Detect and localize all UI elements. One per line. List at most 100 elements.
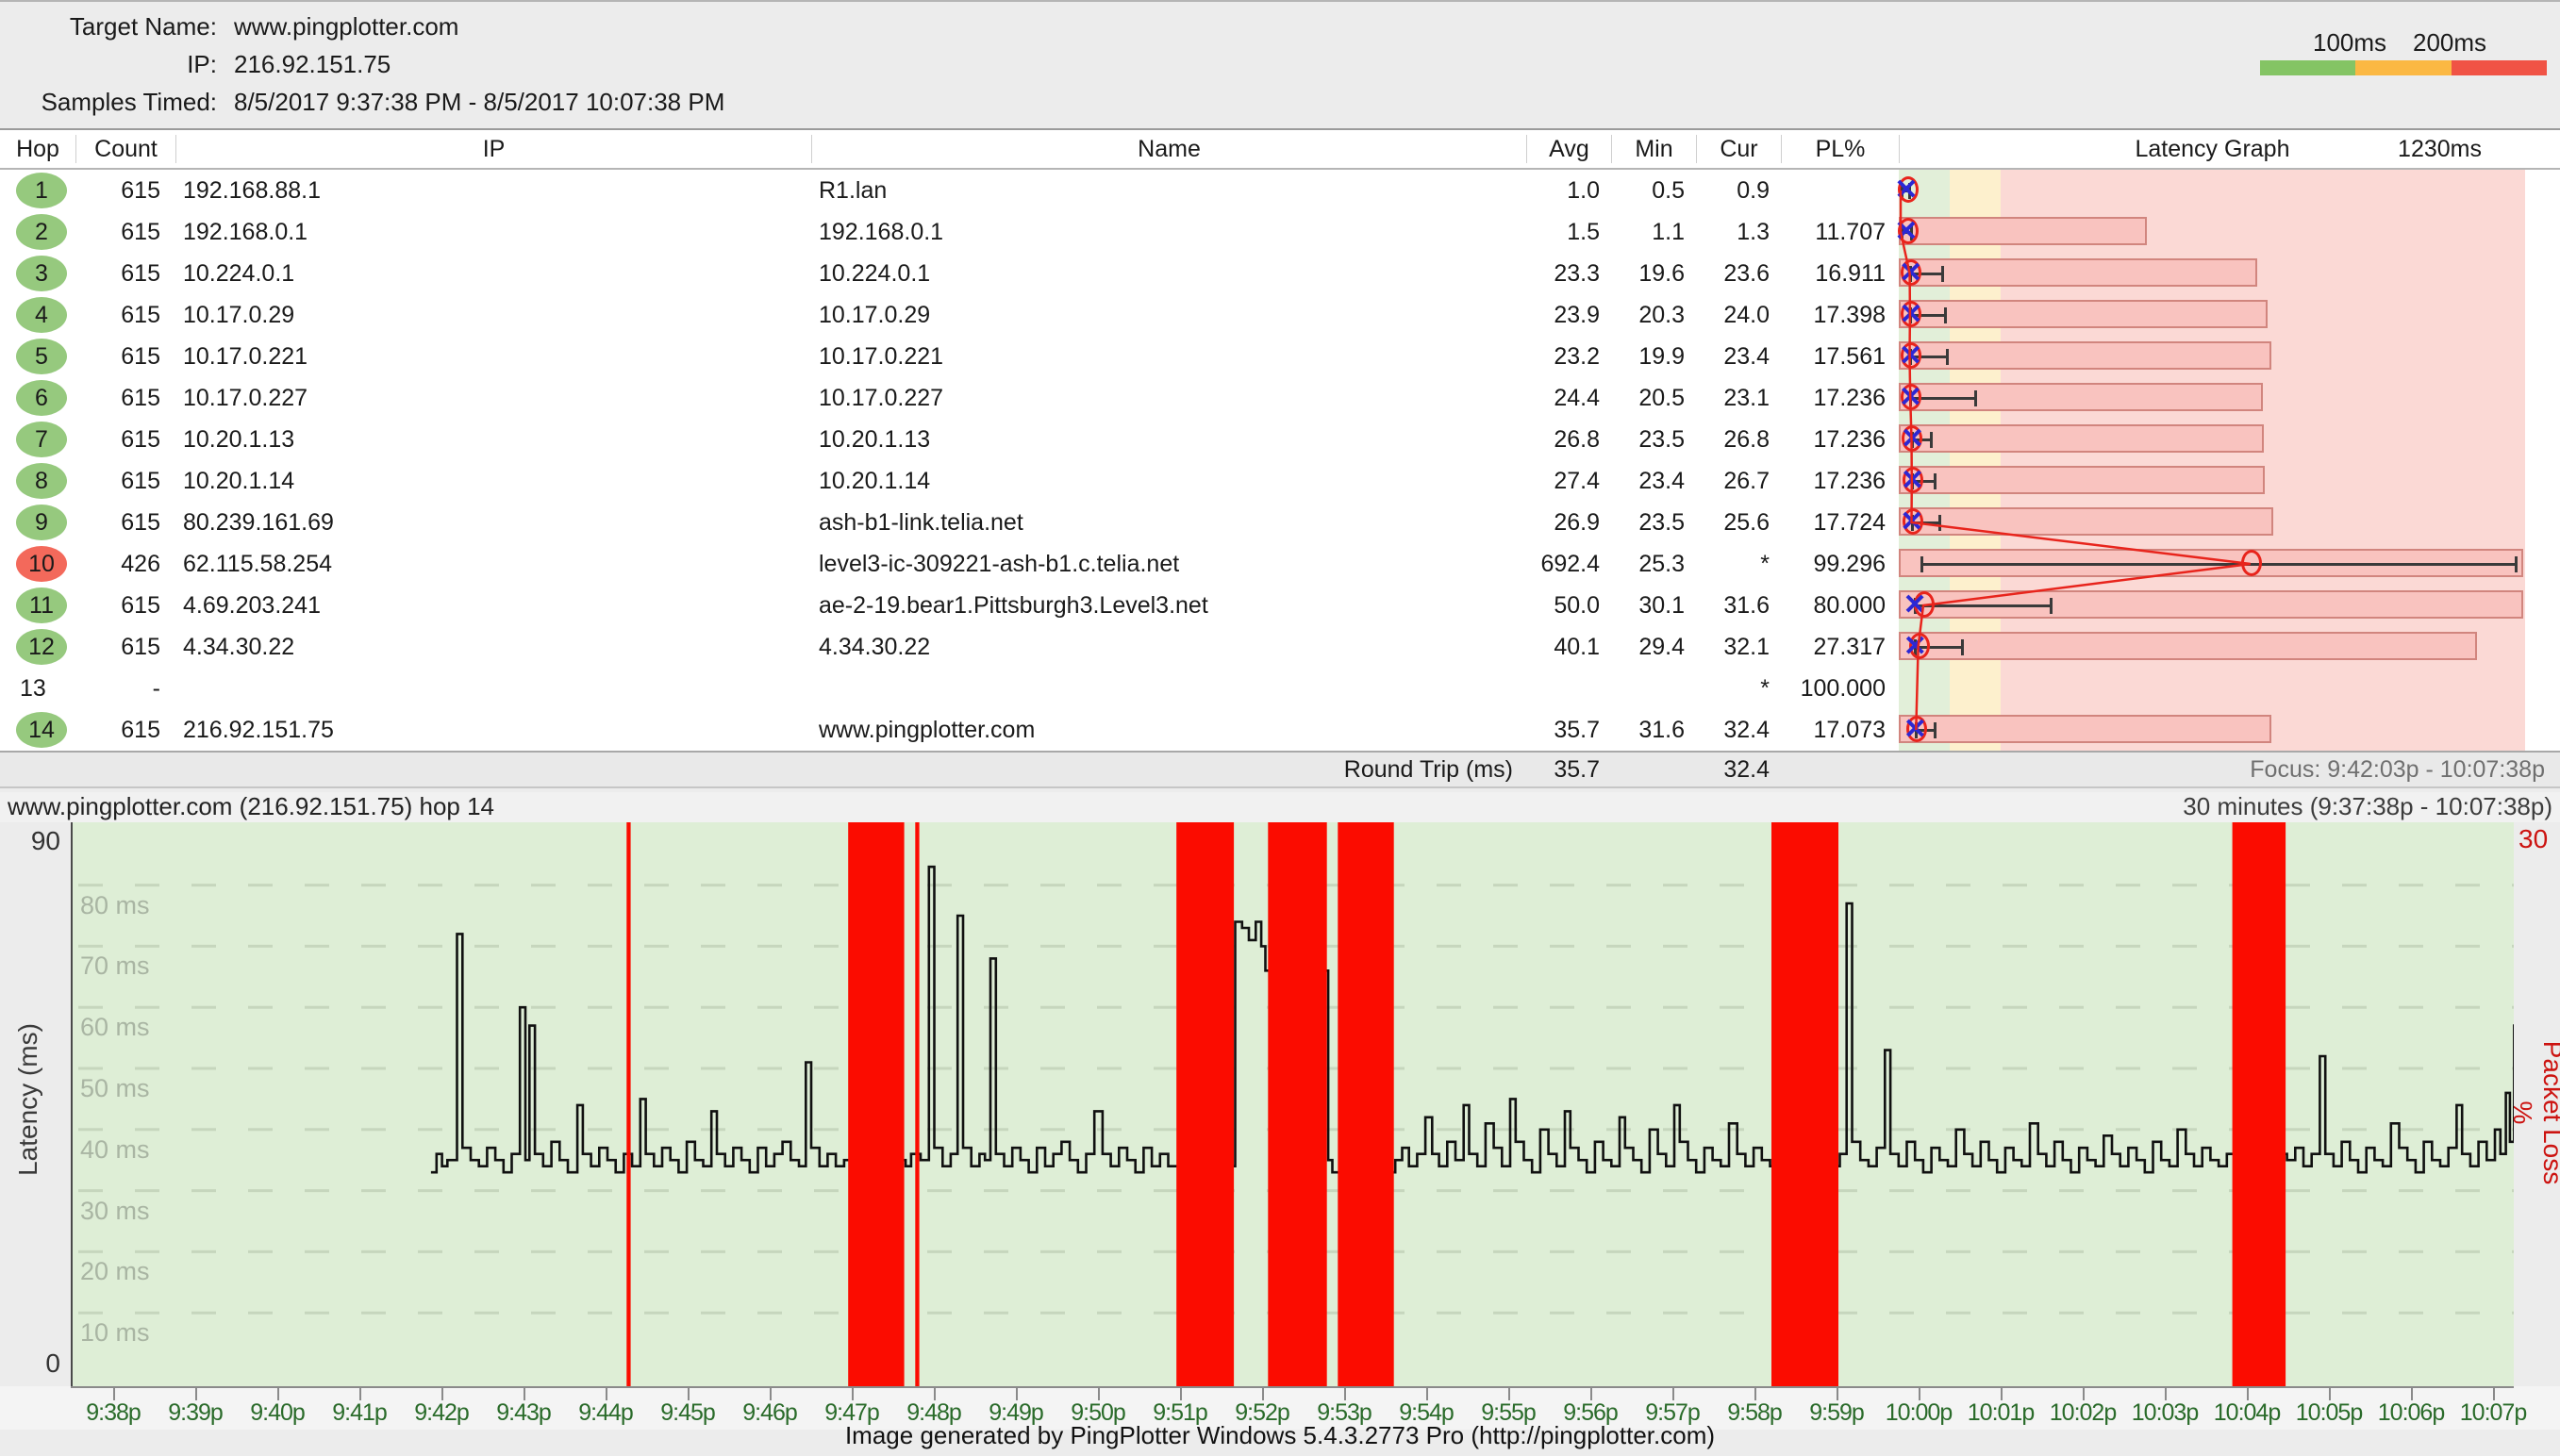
- trace-table-body: 1615192.168.88.1R1.lan1.00.50.9✕2615192.…: [0, 170, 2560, 751]
- trace-table: Hop Count IP Name Avg Min Cur PL% Latenc…: [0, 128, 2560, 788]
- cell-cur: 0.9: [1696, 177, 1781, 205]
- hop-row[interactable]: 661510.17.0.22710.17.0.22724.420.523.117…: [0, 377, 2560, 419]
- current-marker-x-icon: ✕: [1903, 709, 1927, 751]
- focus-range-label[interactable]: Focus: 9:42:03p - 10:07:38p: [2250, 756, 2545, 784]
- cell-count: 615: [75, 592, 175, 620]
- cell-ip: 4.34.30.22: [175, 634, 811, 661]
- cell-ip: 10.20.1.14: [175, 468, 811, 495]
- latency-range-bar: [1899, 341, 2271, 370]
- hop-row[interactable]: 961580.239.161.69ash-b1-link.telia.net26…: [0, 502, 2560, 543]
- grid-label-50ms: 50 ms: [80, 1074, 150, 1103]
- cell-min: 19.9: [1611, 343, 1696, 371]
- legend-green-segment: [2260, 60, 2355, 75]
- cell-min: 19.6: [1611, 260, 1696, 288]
- cell-ip: 192.168.88.1: [175, 177, 811, 205]
- cell-name: 10.20.1.13: [811, 426, 1526, 454]
- cell-ip: 216.92.151.75: [175, 717, 811, 744]
- hop-row[interactable]: 1615192.168.88.1R1.lan1.00.50.9✕: [0, 170, 2560, 211]
- current-marker-x-icon: ✕: [1899, 294, 1922, 336]
- round-trip-row: Round Trip (ms) 35.7 32.4 Focus: 9:42:03…: [0, 751, 2560, 788]
- scale-band-100-200ms: [1950, 170, 2001, 211]
- cell-hop: 14: [0, 712, 75, 748]
- column-header-name[interactable]: Name: [811, 135, 1526, 163]
- packet-loss-bar: [1268, 822, 1326, 1386]
- hop-badge: 7: [16, 422, 67, 457]
- hop-row[interactable]: 461510.17.0.2910.17.0.2923.920.324.017.3…: [0, 294, 2560, 336]
- cell-avg: 50.0: [1526, 592, 1611, 620]
- hop-row[interactable]: 561510.17.0.22110.17.0.22123.219.923.417…: [0, 336, 2560, 377]
- cell-min: 1.1: [1611, 219, 1696, 246]
- cell-name: ae-2-19.bear1.Pittsburgh3.Level3.net: [811, 592, 1526, 620]
- cell-name: www.pingplotter.com: [811, 717, 1526, 744]
- cell-hop: 6: [0, 380, 75, 416]
- hop-badge: 6: [16, 380, 67, 416]
- column-header-min[interactable]: Min: [1611, 135, 1696, 163]
- cell-cur: 23.4: [1696, 343, 1781, 371]
- cell-pl: 16.911: [1781, 260, 1899, 288]
- cell-avg: 40.1: [1526, 634, 1611, 661]
- cell-count: 426: [75, 551, 175, 578]
- scale-band-100-200ms: [1950, 668, 2001, 709]
- cell-name: level3-ic-309221-ash-b1.c.telia.net: [811, 551, 1526, 578]
- cell-ip: 4.69.203.241: [175, 592, 811, 620]
- column-header-latency-graph[interactable]: Latency Graph 1230ms: [1899, 135, 2525, 163]
- hop-row[interactable]: 1042662.115.58.254level3-ic-309221-ash-b…: [0, 543, 2560, 585]
- cell-avg: 35.7: [1526, 717, 1611, 744]
- ip-row: IP: 216.92.151.75: [0, 45, 1321, 83]
- cell-name: 192.168.0.1: [811, 219, 1526, 246]
- cell-name: 10.17.0.29: [811, 302, 1526, 329]
- cell-hop: 5: [0, 339, 75, 374]
- time-axis-line: [71, 1386, 2514, 1388]
- hop-badge: 4: [16, 297, 67, 333]
- hop-latency-minigraph: ✕: [1899, 336, 2525, 377]
- trace-table-header: Hop Count IP Name Avg Min Cur PL% Latenc…: [0, 128, 2560, 170]
- hop-latency-minigraph: ✕: [1899, 709, 2525, 751]
- hop-row[interactable]: 14615216.92.151.75www.pingplotter.com35.…: [0, 709, 2560, 751]
- whisker-cap: [2050, 598, 2053, 614]
- column-header-hop[interactable]: Hop: [0, 135, 75, 163]
- column-header-avg[interactable]: Avg: [1526, 135, 1611, 163]
- cell-ip: 10.17.0.227: [175, 385, 811, 412]
- cell-ip: 10.17.0.221: [175, 343, 811, 371]
- hop-latency-minigraph: ✕: [1899, 460, 2525, 502]
- cell-hop: 1: [0, 173, 75, 208]
- cell-ip: 10.17.0.29: [175, 302, 811, 329]
- whisker-cap: [1944, 307, 1947, 323]
- column-header-ip[interactable]: IP: [175, 135, 811, 163]
- hop-row[interactable]: 361510.224.0.110.224.0.123.319.623.616.9…: [0, 253, 2560, 294]
- hop-row[interactable]: 761510.20.1.1310.20.1.1326.823.526.817.2…: [0, 419, 2560, 460]
- whisker-line: [1920, 563, 2516, 566]
- hop-row[interactable]: 126154.34.30.224.34.30.2240.129.432.127.…: [0, 626, 2560, 668]
- cell-ip: 10.224.0.1: [175, 260, 811, 288]
- cell-cur: 25.6: [1696, 509, 1781, 537]
- whisker-cap: [1920, 556, 1923, 572]
- scale-band-0-100ms: [1899, 668, 1950, 709]
- column-header-count[interactable]: Count: [75, 135, 175, 163]
- cell-min: 23.5: [1611, 426, 1696, 454]
- cell-cur: 26.7: [1696, 468, 1781, 495]
- latency-timeline-plot[interactable]: [71, 822, 2514, 1386]
- cell-min: 20.5: [1611, 385, 1696, 412]
- hop-row[interactable]: 2615192.168.0.1192.168.0.11.51.11.311.70…: [0, 211, 2560, 253]
- hop-row[interactable]: 116154.69.203.241ae-2-19.bear1.Pittsburg…: [0, 585, 2560, 626]
- cell-avg: 692.4: [1526, 551, 1611, 578]
- ip-value: 216.92.151.75: [217, 45, 391, 83]
- target-info-panel: Target Name: www.pingplotter.com IP: 216…: [0, 8, 1321, 121]
- cell-ip: 192.168.0.1: [175, 219, 811, 246]
- packet-loss-bar: [1771, 822, 1838, 1386]
- hop-latency-minigraph: [1899, 668, 2525, 709]
- column-header-pl[interactable]: PL%: [1781, 135, 1899, 163]
- column-header-cur[interactable]: Cur: [1696, 135, 1781, 163]
- timeline-range-label[interactable]: 30 minutes (9:37:38p - 10:07:38p): [2183, 792, 2552, 821]
- cell-cur: 24.0: [1696, 302, 1781, 329]
- hop-row[interactable]: 861510.20.1.1410.20.1.1427.423.426.717.2…: [0, 460, 2560, 502]
- cell-hop: 2: [0, 214, 75, 250]
- hop-latency-minigraph: ✕: [1899, 419, 2525, 460]
- grid-label-80ms: 80 ms: [80, 891, 150, 920]
- cell-ip: 80.239.161.69: [175, 509, 811, 537]
- current-marker-x-icon: ✕: [1903, 626, 1927, 668]
- cell-pl: 17.236: [1781, 385, 1899, 412]
- cell-avg: 1.0: [1526, 177, 1611, 205]
- hop-row[interactable]: 13-*100.000: [0, 668, 2560, 709]
- cell-avg: 23.9: [1526, 302, 1611, 329]
